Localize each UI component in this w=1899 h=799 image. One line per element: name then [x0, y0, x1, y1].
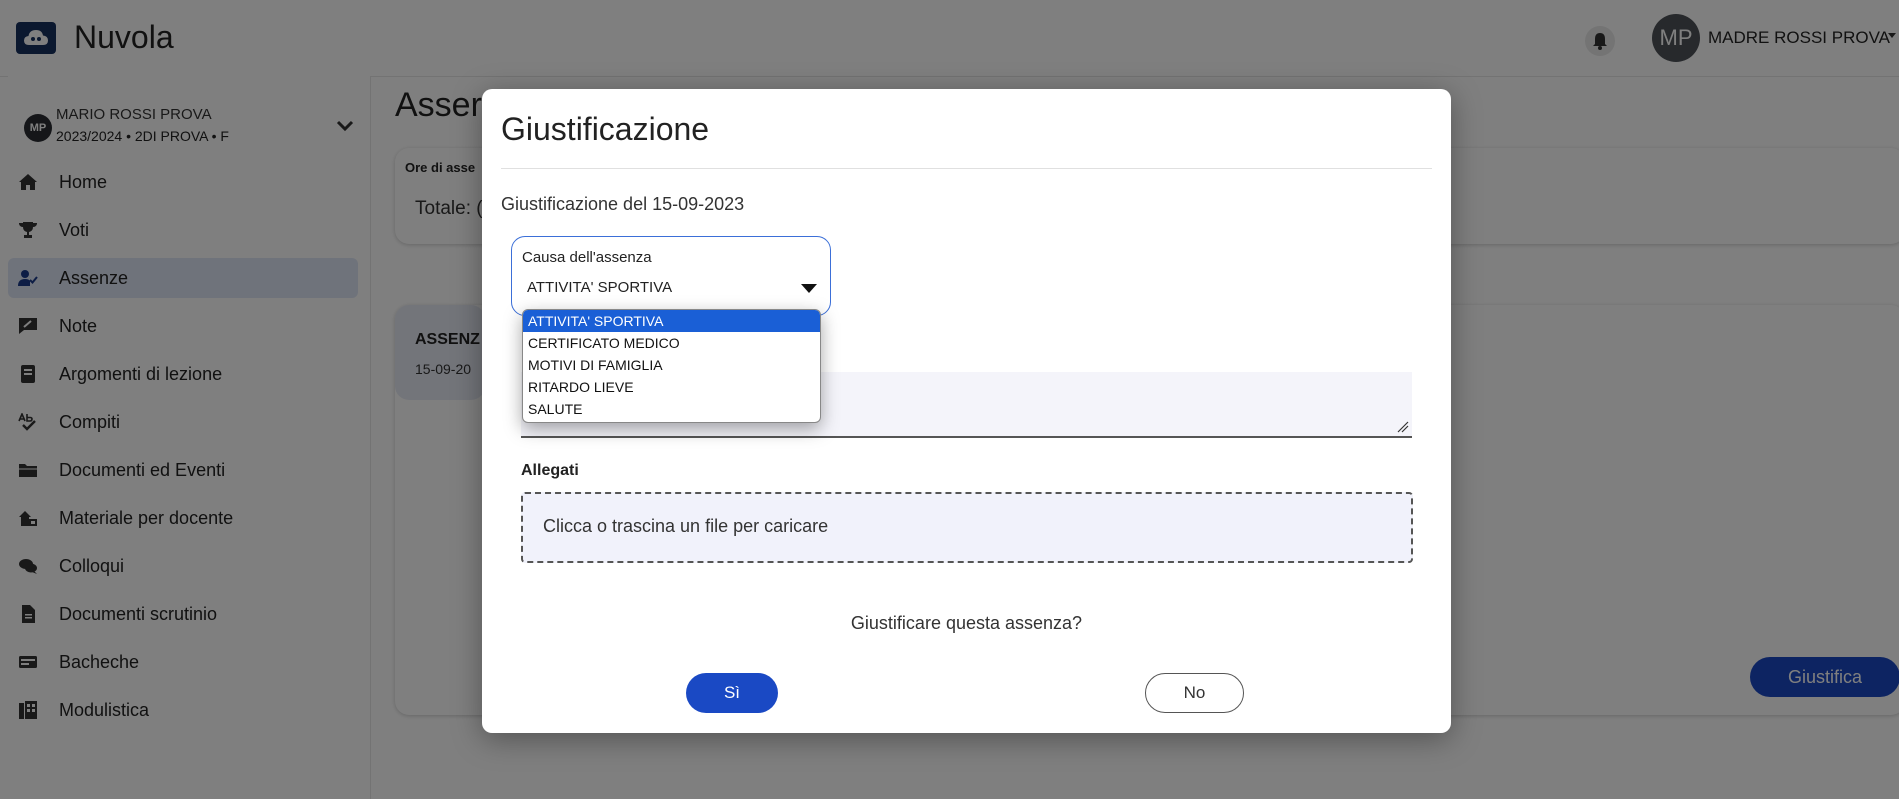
select-label: Causa dell'assenza — [522, 249, 652, 266]
option-attivita-sportiva[interactable]: ATTIVITA' SPORTIVA — [523, 310, 820, 332]
divider — [501, 168, 1432, 169]
dropzone-text: Clicca o trascina un file per caricare — [543, 516, 829, 536]
option-salute[interactable]: SALUTE — [523, 398, 820, 420]
no-button[interactable]: No — [1145, 673, 1244, 713]
yes-button[interactable]: Sì — [686, 673, 778, 713]
dialog-subtitle: Giustificazione del 15-09-2023 — [501, 194, 745, 214]
attachments-label: Allegati — [521, 462, 579, 479]
file-dropzone[interactable]: Clicca o trascina un file per caricare — [521, 492, 1413, 563]
caret-down-icon[interactable] — [801, 284, 817, 293]
absence-cause-select[interactable]: Causa dell'assenza ATTIVITA' SPORTIVA — [511, 236, 831, 316]
option-certificato-medico[interactable]: CERTIFICATO MEDICO — [523, 332, 820, 354]
option-motivi-famiglia[interactable]: MOTIVI DI FAMIGLIA — [523, 354, 820, 376]
option-ritardo-lieve[interactable]: RITARDO LIEVE — [523, 376, 820, 398]
resize-handle-icon[interactable] — [1397, 421, 1409, 433]
cause-options-list: ATTIVITA' SPORTIVA CERTIFICATO MEDICO MO… — [522, 309, 821, 423]
confirm-question: Giustificare questa assenza? — [850, 613, 1083, 633]
select-value: ATTIVITA' SPORTIVA — [527, 279, 673, 296]
dialog-title: Giustificazione — [501, 111, 710, 147]
